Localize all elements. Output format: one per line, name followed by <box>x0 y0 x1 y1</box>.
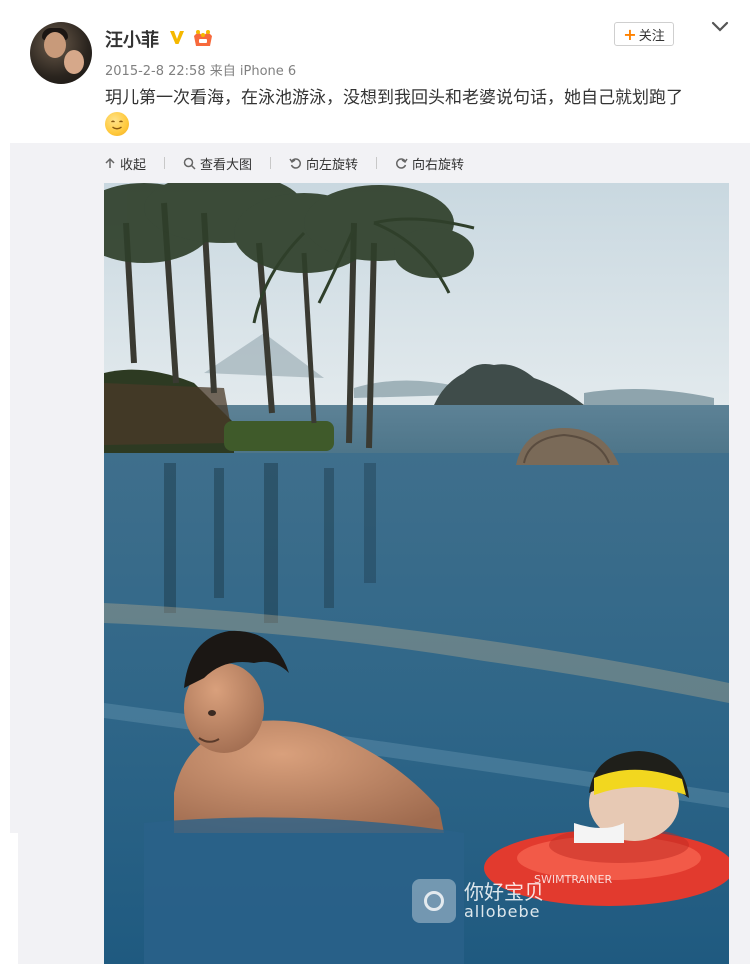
post-meta: 2015-2-8 22:58 来自 iPhone 6 <box>105 60 296 79</box>
avatar-face-man <box>44 32 66 58</box>
rotate-left-icon <box>289 157 301 169</box>
post-text: 玥儿第一次看海，在泳池游泳，没想到我回头和老婆说句话，她自己就划跑了 <box>105 88 683 108</box>
rotate-right-label: 向右旋转 <box>412 157 465 173</box>
avatar-face-woman <box>64 50 84 74</box>
verified-badge-icon <box>170 31 184 44</box>
toolbar-divider <box>270 157 272 169</box>
toolbar-divider <box>164 157 166 169</box>
media-toolbar: 收起 查看大图 向左旋转 向右旋转 <box>104 152 482 174</box>
follow-button[interactable]: + 关注 <box>614 22 674 46</box>
watermark: 你好宝贝 allobebe <box>412 873 560 929</box>
timestamp[interactable]: 2015-2-8 22:58 <box>105 64 206 79</box>
smile-emoji-icon <box>105 112 129 136</box>
username[interactable]: 汪小菲 <box>105 26 159 52</box>
rotate-right-icon <box>396 157 408 169</box>
collapse-icon <box>105 157 115 168</box>
toolbar-divider <box>376 157 378 169</box>
member-crown-icon[interactable] <box>192 28 214 48</box>
watermark-logo-icon <box>412 879 456 923</box>
watermark-line1: 你好宝贝 <box>464 880 544 904</box>
post-photo[interactable]: SWIMTRAINER <box>104 183 729 964</box>
watermark-text: 你好宝贝 allobebe <box>464 881 544 921</box>
magnifier-icon <box>183 157 196 170</box>
collapse-label: 收起 <box>120 157 147 173</box>
chevron-down-icon[interactable] <box>710 20 730 34</box>
post-source: 来自 iPhone 6 <box>209 64 297 79</box>
rotate-left-label: 向左旋转 <box>306 157 359 173</box>
rotate-left-button[interactable]: 向左旋转 <box>289 154 358 173</box>
rotate-right-button[interactable]: 向右旋转 <box>395 154 464 173</box>
plus-icon: + <box>623 24 637 44</box>
view-large-label: 查看大图 <box>200 157 253 173</box>
collapse-button[interactable]: 收起 <box>104 154 146 173</box>
follow-label: 关注 <box>638 28 665 44</box>
watermark-line2: allobebe <box>464 902 541 921</box>
view-large-button[interactable]: 查看大图 <box>183 154 252 173</box>
avatar[interactable] <box>30 22 92 84</box>
